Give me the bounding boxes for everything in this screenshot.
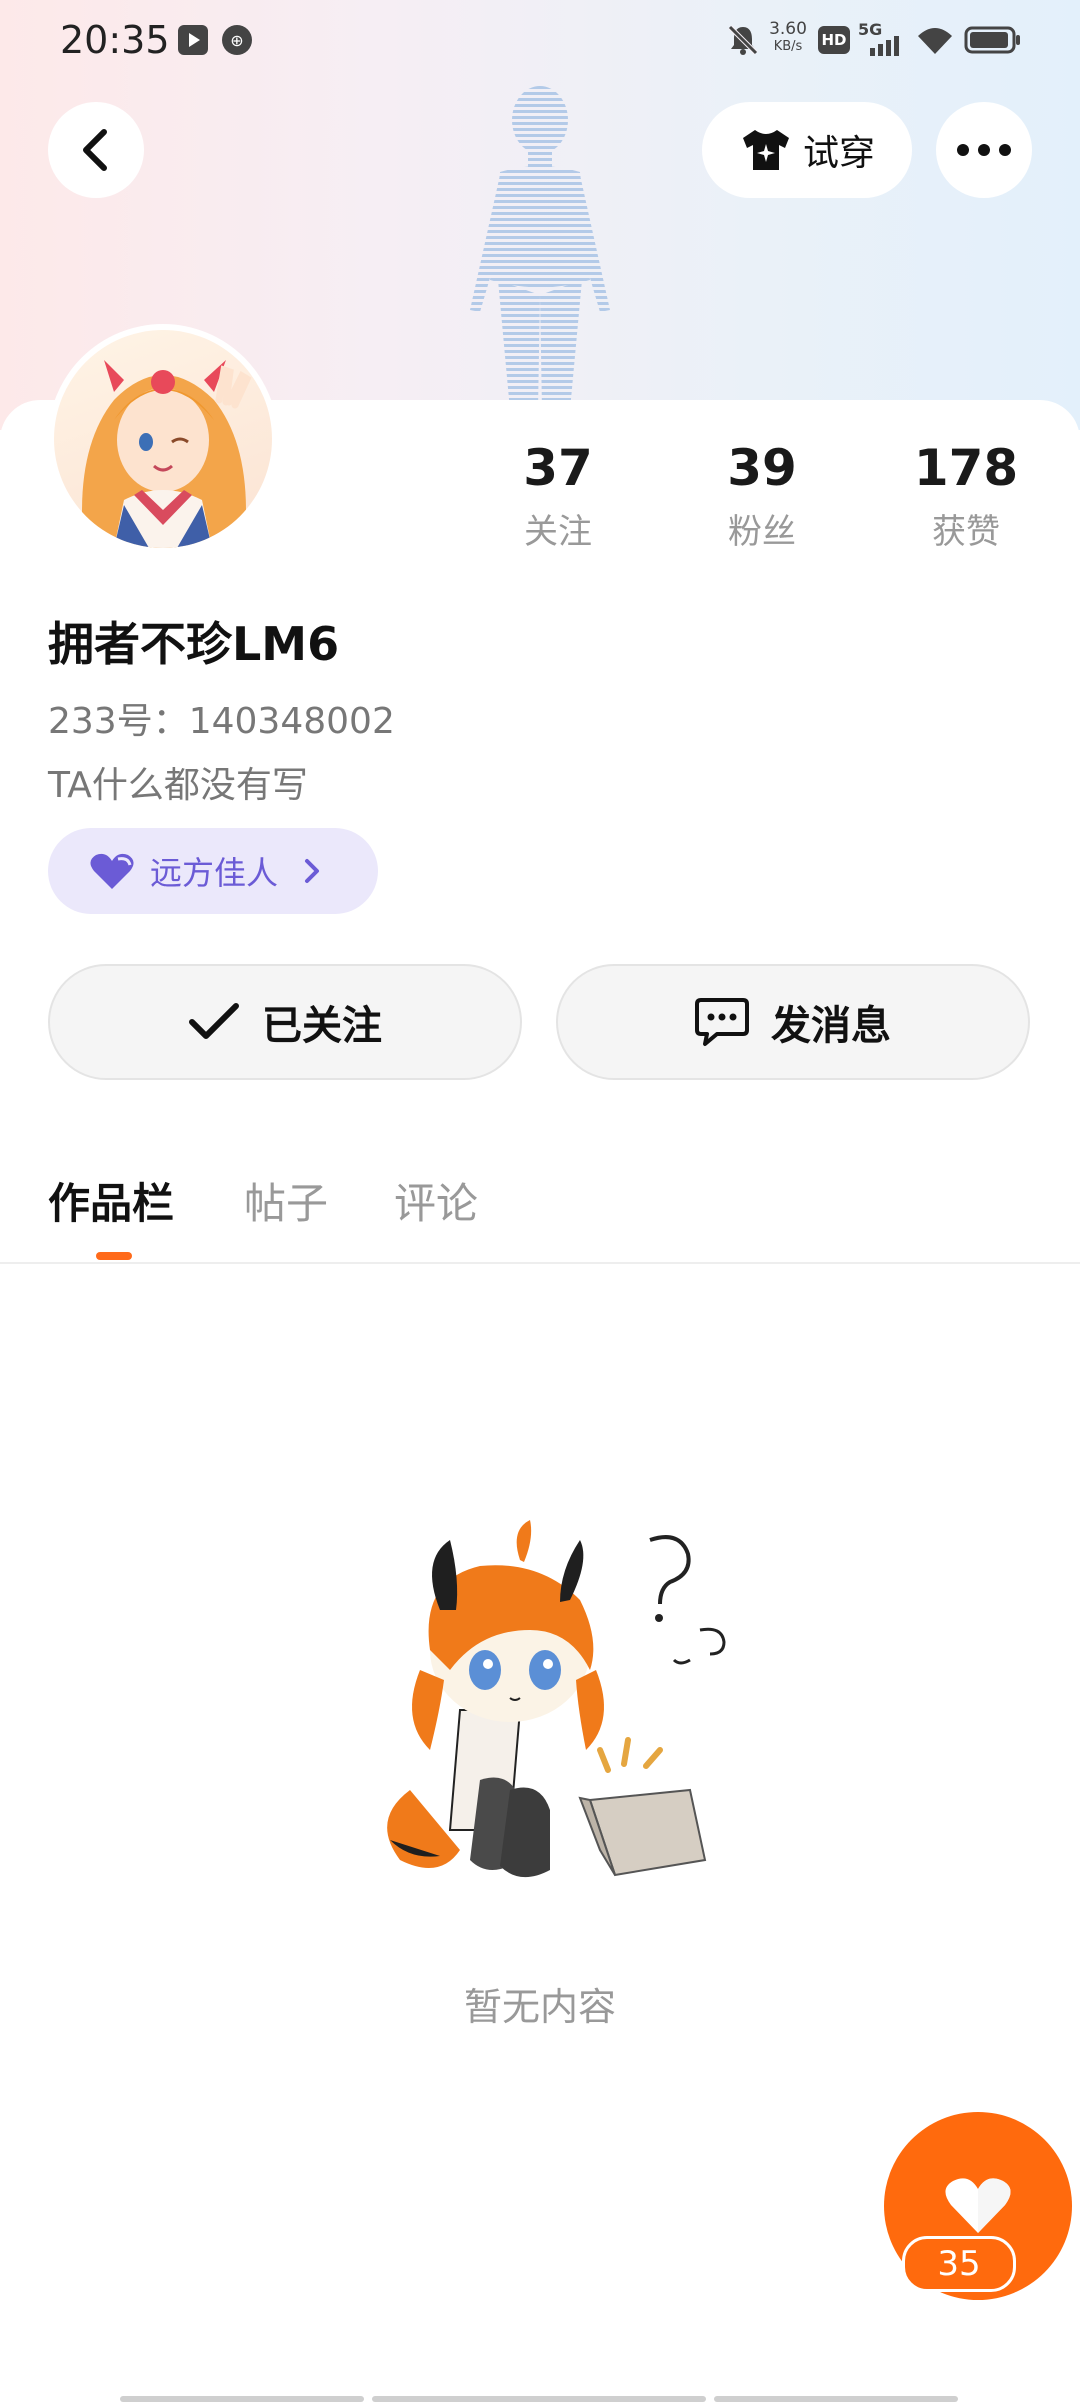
more-dots-icon — [957, 144, 1011, 156]
user-id[interactable]: 233号：140348002 — [48, 692, 395, 744]
battery-icon — [964, 26, 1020, 54]
send-message-label: 发消息 — [771, 1003, 891, 1049]
tab-posts[interactable]: 帖子 — [244, 1170, 328, 1231]
gesture-bar-segment — [714, 2396, 958, 2402]
content-tabs: 作品栏 帖子 评论 — [0, 1160, 1080, 1264]
like-count-badge: 35 — [902, 2236, 1016, 2292]
status-bar: 20:35 ⊕ 3.60 KB/s HD 5G — [0, 0, 1080, 82]
following-button[interactable]: 已关注 — [48, 964, 522, 1080]
net-speed-unit: KB/s — [773, 39, 803, 54]
stat-likes[interactable]: 178 获赞 — [886, 440, 1046, 553]
stat-value: 37 — [523, 439, 593, 497]
tab-works[interactable]: 作品栏 — [48, 1170, 174, 1231]
badge-label: 远方佳人 — [150, 854, 279, 892]
status-time: 20:35 — [60, 18, 170, 62]
stat-value: 178 — [913, 439, 1019, 497]
avatar-figure-silhouette — [470, 86, 610, 410]
tab-comments[interactable]: 评论 — [394, 1170, 478, 1231]
avatar[interactable] — [48, 324, 278, 554]
stat-label: 粉丝 — [728, 512, 796, 552]
try-on-label: 试穿 — [802, 133, 875, 174]
heart-icon — [945, 2178, 1011, 2233]
mute-bell-icon — [728, 25, 758, 55]
back-button[interactable] — [48, 102, 144, 198]
stat-value: 39 — [727, 439, 797, 497]
heart-badge-icon — [90, 853, 134, 889]
try-on-button[interactable]: 试穿 — [702, 102, 912, 198]
gesture-bar-segment — [120, 2396, 364, 2402]
net-speed-value: 3.60 — [769, 19, 807, 39]
anime-girl-avatar-image — [82, 360, 252, 548]
wifi-icon — [918, 28, 952, 54]
tshirt-sparkle-icon — [742, 130, 789, 170]
app-notification-icon: ⊕ — [222, 25, 252, 55]
hd-badge: HD — [818, 26, 850, 54]
stat-label: 获赞 — [932, 512, 1000, 552]
check-icon — [189, 1003, 239, 1039]
following-label: 已关注 — [262, 1003, 382, 1049]
relationship-badge[interactable]: 远方佳人 — [48, 828, 378, 914]
empty-state-illustration — [387, 1520, 726, 1878]
more-button[interactable] — [936, 102, 1032, 198]
chat-bubble-icon — [695, 998, 749, 1046]
stat-following[interactable]: 37 关注 — [478, 440, 638, 553]
username: 拥者不珍LM6 — [48, 617, 340, 671]
user-bio: TA什么都没有写 — [48, 765, 308, 806]
empty-state-text: 暂无内容 — [463, 1985, 616, 2029]
cellular-signal-icon: 5G — [858, 20, 906, 60]
play-app-icon — [178, 25, 208, 55]
stat-followers[interactable]: 39 粉丝 — [682, 440, 842, 553]
network-speed: 3.60 KB/s — [766, 20, 810, 56]
gesture-bar-segment — [372, 2396, 706, 2402]
send-message-button[interactable]: 发消息 — [556, 964, 1030, 1080]
svg-text:⊕: ⊕ — [230, 31, 243, 50]
chevron-left-icon — [83, 129, 107, 171]
active-tab-indicator — [96, 1252, 132, 1260]
stat-label: 关注 — [524, 512, 592, 552]
chevron-right-icon — [305, 859, 320, 883]
